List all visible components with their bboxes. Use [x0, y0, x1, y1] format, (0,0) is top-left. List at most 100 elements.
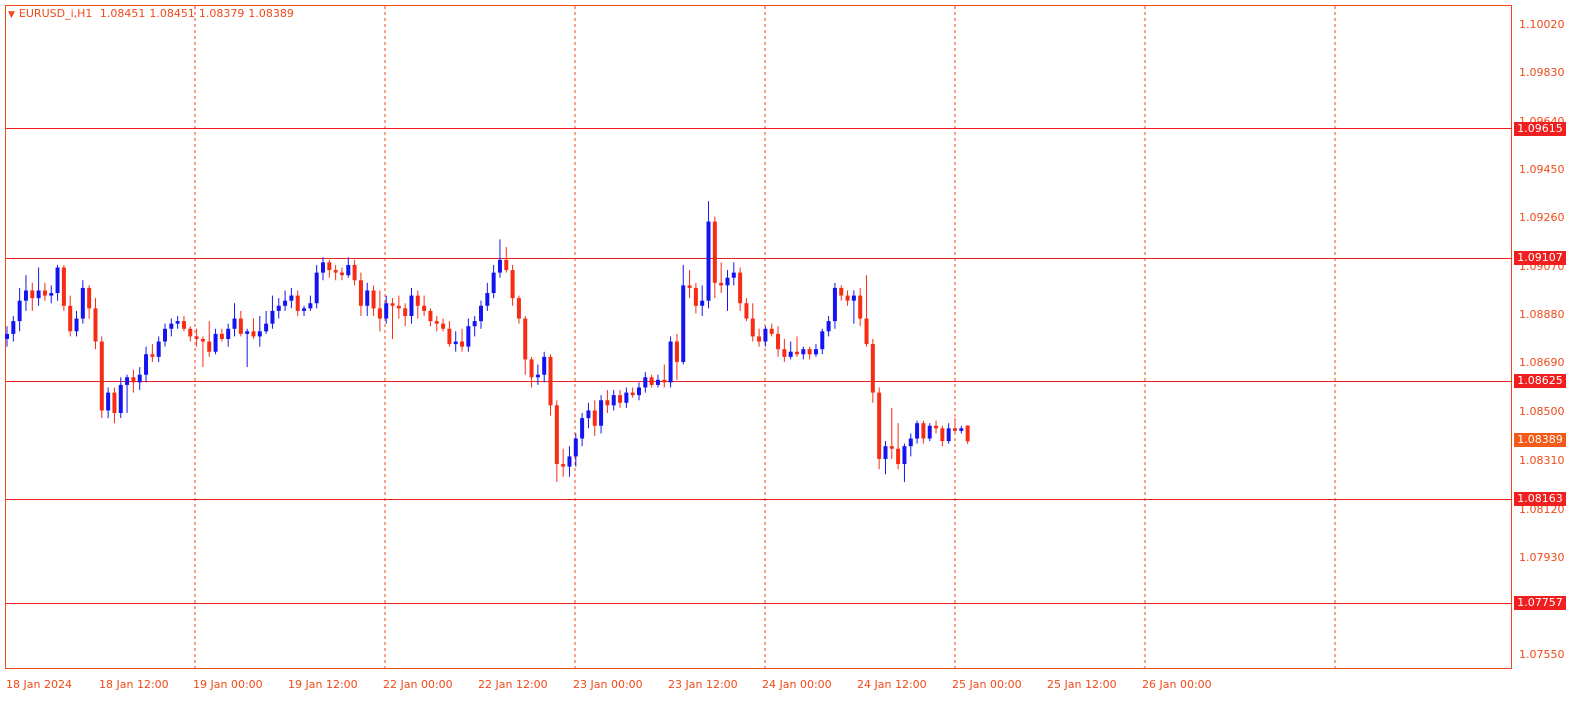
candle-body [662, 379, 667, 383]
candle-body [5, 333, 9, 339]
collapse-triangle-icon[interactable]: ▼ [8, 10, 15, 20]
candle-body [864, 318, 869, 345]
candle-body [434, 321, 439, 324]
candle-body [757, 336, 762, 342]
candle-body [314, 272, 319, 304]
candle-body [447, 328, 452, 345]
symbol-header[interactable]: ▼ EURUSD_i,H1 1.08451 1.08451 1.08379 1.0838… [8, 7, 298, 20]
time-tick: 23 Jan 12:00 [668, 678, 738, 691]
level-label[interactable]: 1.09107 [1514, 251, 1566, 265]
candle-body [80, 287, 85, 319]
candle-body [599, 400, 604, 426]
candle-body [118, 384, 123, 413]
level-label[interactable]: 1.09615 [1514, 122, 1566, 136]
candle-body [655, 379, 660, 385]
price-tick: 1.08500 [1519, 405, 1565, 418]
candle-body [371, 290, 376, 309]
candle-body [592, 410, 597, 426]
time-tick: 26 Jan 00:00 [1142, 678, 1212, 691]
candle-body [776, 333, 781, 350]
candle-body [150, 354, 155, 357]
ohlc-open: 1.08451 [99, 7, 146, 20]
candle-body [845, 295, 850, 301]
candle-body [169, 323, 174, 329]
candle-body [826, 321, 831, 332]
time-tick: 23 Jan 00:00 [573, 678, 643, 691]
candle-body [965, 425, 970, 442]
candle-body [112, 392, 117, 413]
candle-body [93, 308, 98, 342]
candle-body [460, 341, 465, 347]
candle-body [23, 290, 28, 301]
candle-body [479, 305, 483, 322]
candle-body [712, 221, 717, 283]
candle-body [668, 341, 673, 383]
candle-body [807, 349, 812, 355]
candle-body [700, 300, 705, 306]
price-tick: 1.07930 [1519, 551, 1565, 564]
candle-body [441, 323, 446, 329]
candle-body [232, 318, 237, 329]
time-tick: 18 Jan 2024 [6, 678, 72, 691]
candle-body [637, 387, 641, 396]
candle-body [87, 287, 92, 309]
candle-body [238, 318, 243, 334]
candle-body [365, 290, 370, 306]
candle-body [687, 285, 692, 288]
candle-body [744, 303, 749, 319]
candle-body [858, 295, 863, 319]
price-tick: 1.09830 [1519, 66, 1565, 79]
candle-body [832, 287, 837, 322]
level-label[interactable]: 1.08625 [1514, 374, 1566, 388]
candle-body [283, 300, 288, 306]
candle-body [567, 456, 572, 467]
candle-body [403, 308, 408, 316]
time-tick: 25 Jan 12:00 [1047, 678, 1117, 691]
level-label[interactable]: 1.07757 [1514, 596, 1566, 610]
candle-body [207, 341, 212, 352]
time-tick: 25 Jan 00:00 [952, 678, 1022, 691]
candle-body [649, 377, 654, 385]
candle-body [548, 356, 553, 406]
candle-body [289, 295, 294, 301]
candle-body [346, 264, 351, 276]
candle-body [428, 310, 433, 322]
candle-body [245, 331, 250, 334]
candle-body [188, 328, 193, 337]
candle-body [219, 333, 224, 339]
candle-body [270, 310, 275, 324]
candle-body [580, 418, 585, 439]
candle-body [618, 395, 623, 403]
candle-body [782, 349, 787, 357]
candle-body [706, 221, 711, 301]
candle-body [630, 392, 635, 396]
symbol-timeframe: EURUSD_i,H1 [18, 7, 93, 20]
candle-body [327, 262, 332, 271]
candle-body [55, 267, 60, 294]
candle-body [422, 305, 427, 311]
candle-body [99, 341, 104, 411]
candle-body [839, 287, 844, 296]
level-label[interactable]: 1.08163 [1514, 492, 1566, 506]
candle-body [137, 374, 142, 383]
candle-body [763, 328, 768, 342]
current-price-label: 1.08389 [1514, 433, 1566, 447]
candle-body [390, 303, 395, 306]
candle-body [144, 354, 149, 375]
price-tick: 1.08880 [1519, 308, 1565, 321]
candle-body [68, 305, 73, 332]
candle-body [725, 277, 730, 286]
candle-body [605, 400, 610, 406]
price-tick: 1.09450 [1519, 163, 1565, 176]
candle-body [181, 321, 186, 329]
candle-body [561, 464, 566, 467]
candle-body [302, 308, 307, 311]
candle-body [504, 259, 509, 271]
candle-body [30, 290, 35, 299]
candle-body [36, 290, 41, 299]
candle-body [510, 270, 515, 299]
candle-body [163, 328, 167, 342]
candle-body [358, 280, 363, 306]
price-tick: 1.08690 [1519, 356, 1565, 369]
time-tick: 22 Jan 00:00 [383, 678, 453, 691]
